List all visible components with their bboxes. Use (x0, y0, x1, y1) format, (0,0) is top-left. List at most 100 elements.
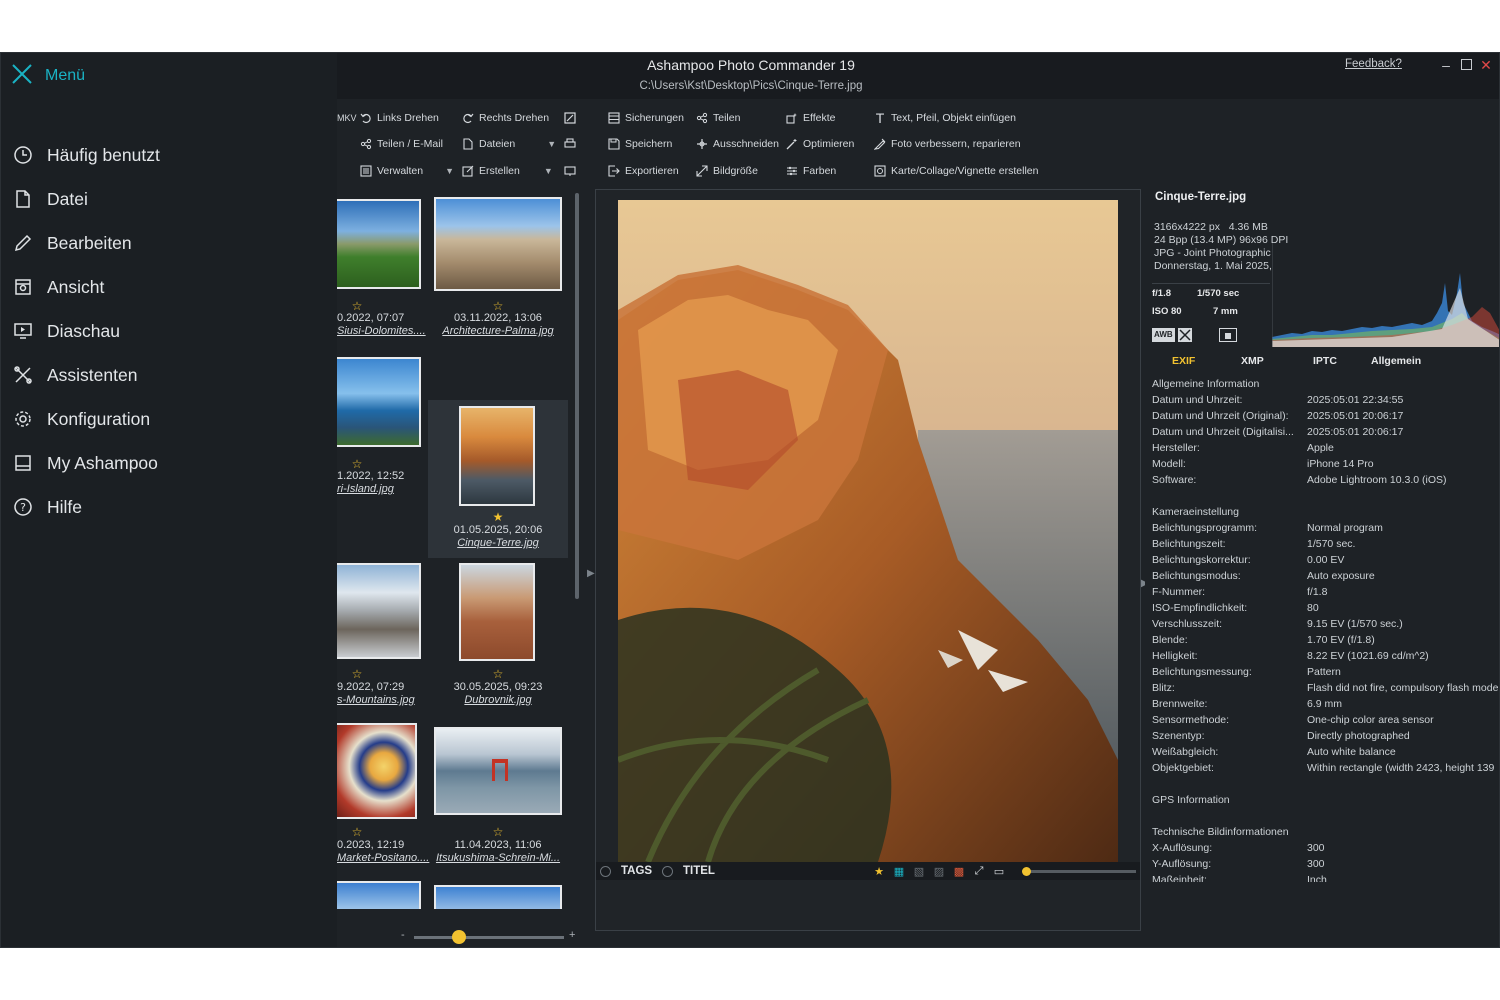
erstellen-dropdown[interactable]: Erstellen ▼ (461, 162, 553, 180)
tools-icon (11, 363, 35, 387)
minimize-button[interactable]: – (1437, 56, 1455, 74)
ausschneiden-button[interactable]: Ausschneiden (695, 135, 779, 153)
verwalten-dropdown[interactable]: Verwalten ▼ (359, 162, 454, 180)
resize-icon (695, 164, 709, 178)
exportieren-button[interactable]: Exportieren (607, 162, 679, 180)
menu-item-bearbeiten[interactable]: Bearbeiten (11, 227, 311, 259)
image-edit-icon-button[interactable] (563, 109, 581, 127)
exif-row: ISO-Empfindlichkeit: 80 (1152, 602, 1319, 614)
zoom-slider-knob[interactable] (452, 930, 466, 944)
optimieren-button[interactable]: Optimieren (785, 135, 854, 153)
star-icon[interactable]: ☆ (337, 299, 427, 313)
main-photo[interactable] (618, 200, 1118, 862)
rotate-right-button[interactable]: Rechts Drehen (461, 109, 549, 127)
thumbnail-item[interactable] (428, 873, 568, 909)
image-viewer[interactable]: TAGS TITEL ★ ▦ ▧ ▨ ▩ ⤢ ▭ (595, 189, 1141, 931)
tab-allgemein[interactable]: Allgemein (1371, 355, 1421, 367)
menu-item-haeufig[interactable]: Häufig benutzt (11, 139, 311, 171)
exif-row: Maßeinheit: Inch (1152, 874, 1327, 882)
star-icon[interactable]: ☆ (428, 825, 568, 839)
effekte-button[interactable]: Effekte (785, 109, 836, 127)
histogram (1272, 243, 1499, 347)
menu-item-my-ashampoo[interactable]: My Ashampoo (11, 447, 311, 479)
tab-xmp[interactable]: XMP (1241, 355, 1264, 367)
menu-item-ansicht[interactable]: Ansicht (11, 271, 311, 303)
thumbnail-image[interactable] (434, 197, 562, 291)
thumbnail-image[interactable] (337, 881, 421, 909)
thumbnail-name[interactable]: s-Mountains.jpg (337, 694, 477, 706)
repair-icon (873, 137, 887, 151)
menu-item-assistenten[interactable]: Assistenten (11, 359, 311, 391)
thumbnail-image[interactable] (434, 727, 562, 815)
red-marker-icon[interactable]: ▩ (952, 864, 966, 878)
teilen-button[interactable]: Teilen (695, 109, 740, 127)
torii-shape (492, 759, 508, 781)
exif-row: Blitz: Flash did not fire, compulsory fla… (1152, 682, 1499, 694)
tab-iptc[interactable]: IPTC (1313, 355, 1337, 367)
thumbnail-item-label[interactable]: ☆ 9.2022, 07:29 s-Mountains.jpg (337, 557, 477, 715)
collapse-left-icon[interactable]: ▶ (587, 568, 595, 579)
thumbnail-browser[interactable]: ☆ 0.2022, 07:07 Siusi-Dolomites.... ☆ 03… (337, 187, 587, 909)
thumbnail-name[interactable]: Itsukushima-Schrein-Mi... (428, 852, 568, 864)
exif-row: Brennweite: 6.9 mm (1152, 698, 1343, 710)
menu-item-hilfe[interactable]: ? Hilfe (11, 491, 311, 523)
star-icon[interactable]: ☆ (337, 825, 427, 839)
grid-icon[interactable]: ▦ (892, 864, 906, 878)
label-icon[interactable]: ▨ (932, 864, 946, 878)
viewer-zoom-knob[interactable] (1022, 867, 1031, 876)
gear-icon (11, 407, 35, 431)
thumbnail-name[interactable]: Architecture-Palma.jpg (428, 325, 568, 337)
star-filled-icon[interactable]: ★ (872, 864, 886, 878)
account-icon (11, 451, 35, 475)
star-icon[interactable]: ☆ (337, 457, 427, 471)
karte-collage-button[interactable]: Karte/Collage/Vignette erstellen (873, 162, 1038, 180)
speichern-button[interactable]: Speichern (607, 135, 672, 153)
monitor-icon[interactable]: ▭ (992, 864, 1006, 878)
thumbnail-item[interactable]: ☆ 03.11.2022, 13:06 Architecture-Palma.j… (428, 187, 568, 345)
rotate-left-button[interactable]: Links Drehen (359, 109, 439, 127)
tag-icon[interactable]: ▧ (912, 864, 926, 878)
slideshow-button[interactable] (563, 162, 581, 180)
viewer-status-bar: TAGS TITEL ★ ▦ ▧ ▨ ▩ ⤢ ▭ (596, 862, 1140, 880)
info-focal: 7 mm (1213, 306, 1238, 317)
star-icon[interactable]: ☆ (337, 667, 427, 681)
zoom-track[interactable] (414, 936, 564, 939)
tab-tags[interactable]: TAGS (600, 863, 652, 879)
dateien-dropdown[interactable]: Dateien ▼ (461, 135, 556, 153)
zoom-out-label[interactable]: - (401, 929, 405, 941)
print-button[interactable] (563, 135, 581, 153)
feedback-link[interactable]: Feedback? (1345, 58, 1402, 70)
section-general: Allgemeine Information (1152, 378, 1260, 390)
share-email-button[interactable]: Teilen / E-Mail (359, 135, 443, 153)
fullscreen-icon[interactable]: ⤢ (972, 864, 986, 878)
star-icon[interactable]: ☆ (428, 299, 568, 313)
thumbnail-image[interactable] (337, 723, 417, 819)
menu-toggle[interactable]: Menü (11, 63, 85, 89)
menu-item-konfiguration[interactable]: Konfiguration (11, 403, 311, 435)
zoom-in-label[interactable]: + (569, 929, 575, 941)
text-insert-button[interactable]: T Text, Pfeil, Objekt einfügen (873, 109, 1016, 127)
thumbnail-scrollbar[interactable] (575, 193, 579, 599)
bildgroesse-button[interactable]: Bildgröße (695, 162, 758, 180)
clock-icon (11, 143, 35, 167)
rotate-left-icon (359, 111, 373, 125)
viewer-zoom-slider[interactable] (1022, 867, 1136, 876)
tab-titel[interactable]: TITEL (662, 863, 715, 879)
foto-verbessern-button[interactable]: Foto verbessern, reparieren (873, 135, 1021, 153)
menu-item-datei[interactable]: Datei (11, 183, 311, 215)
close-window-button[interactable]: ✕ (1477, 56, 1495, 74)
thumbnail-image[interactable] (337, 199, 421, 289)
sicherungen-button[interactable]: Sicherungen (607, 109, 684, 127)
exif-row: Software: Adobe Lightroom 10.3.0 (iOS) (1152, 474, 1447, 486)
thumbnail-item[interactable]: ☆ 11.04.2023, 11:06 Itsukushima-Schrein-… (428, 715, 568, 873)
farben-button[interactable]: Farben (785, 162, 836, 180)
close-icon (11, 63, 35, 89)
thumbnail-image[interactable] (337, 357, 421, 447)
info-bpp: 24 Bpp (13.4 MP) 96x96 DPI (1154, 234, 1289, 246)
thumbnail-image[interactable] (434, 885, 562, 909)
thumbnail-image[interactable] (459, 406, 535, 506)
exif-row: Objektgebiet: Within rectangle (width 242… (1152, 762, 1495, 774)
maximize-button[interactable] (1457, 56, 1475, 74)
tab-exif[interactable]: EXIF (1172, 355, 1195, 367)
menu-item-diaschau[interactable]: Diaschau (11, 315, 311, 347)
